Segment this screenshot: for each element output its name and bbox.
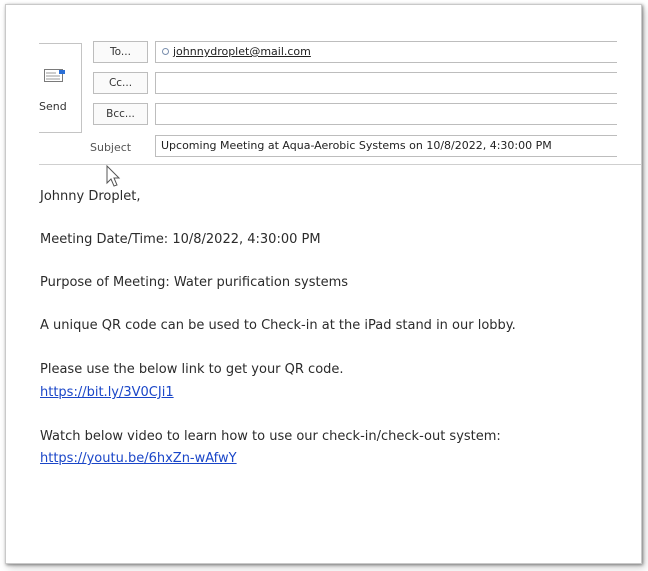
qr-info-text: A unique QR code can be used to Check-in… [40, 318, 516, 333]
mouse-pointer-icon [106, 165, 121, 187]
greeting-text: Johnny Droplet, [40, 189, 141, 204]
meeting-datetime-text: Meeting Date/Time: 10/8/2022, 4:30:00 PM [40, 232, 321, 247]
presence-status-icon [162, 48, 169, 55]
to-button[interactable]: To... [93, 41, 148, 63]
qr-link-intro-text: Please use the below link to get your QR… [40, 362, 344, 377]
send-button[interactable]: Send [39, 43, 82, 133]
recipient-address[interactable]: johnnydroplet@mail.com [173, 45, 311, 58]
subject-field[interactable]: Upcoming Meeting at Aqua-Aerobic Systems… [155, 135, 617, 157]
header-divider [39, 164, 641, 165]
bcc-field[interactable] [155, 103, 617, 125]
to-field[interactable]: johnnydroplet@mail.com [155, 41, 617, 63]
video-intro-text: Watch below video to learn how to use ou… [40, 429, 501, 444]
email-compose-window: Send To... johnnydroplet@mail.com Cc... … [5, 4, 642, 564]
video-link[interactable]: https://youtu.be/6hxZn-wAfwY [40, 451, 237, 466]
to-recipient[interactable]: johnnydroplet@mail.com [162, 45, 311, 58]
cc-button[interactable]: Cc... [93, 72, 148, 94]
subject-label: Subject [90, 141, 132, 154]
qr-code-link[interactable]: https://bit.ly/3V0CJi1 [40, 385, 174, 400]
purpose-text: Purpose of Meeting: Water purification s… [40, 275, 349, 290]
send-label: Send [39, 100, 67, 113]
send-envelope-icon [44, 69, 65, 82]
cc-field[interactable] [155, 72, 617, 94]
bcc-button[interactable]: Bcc... [93, 103, 148, 125]
